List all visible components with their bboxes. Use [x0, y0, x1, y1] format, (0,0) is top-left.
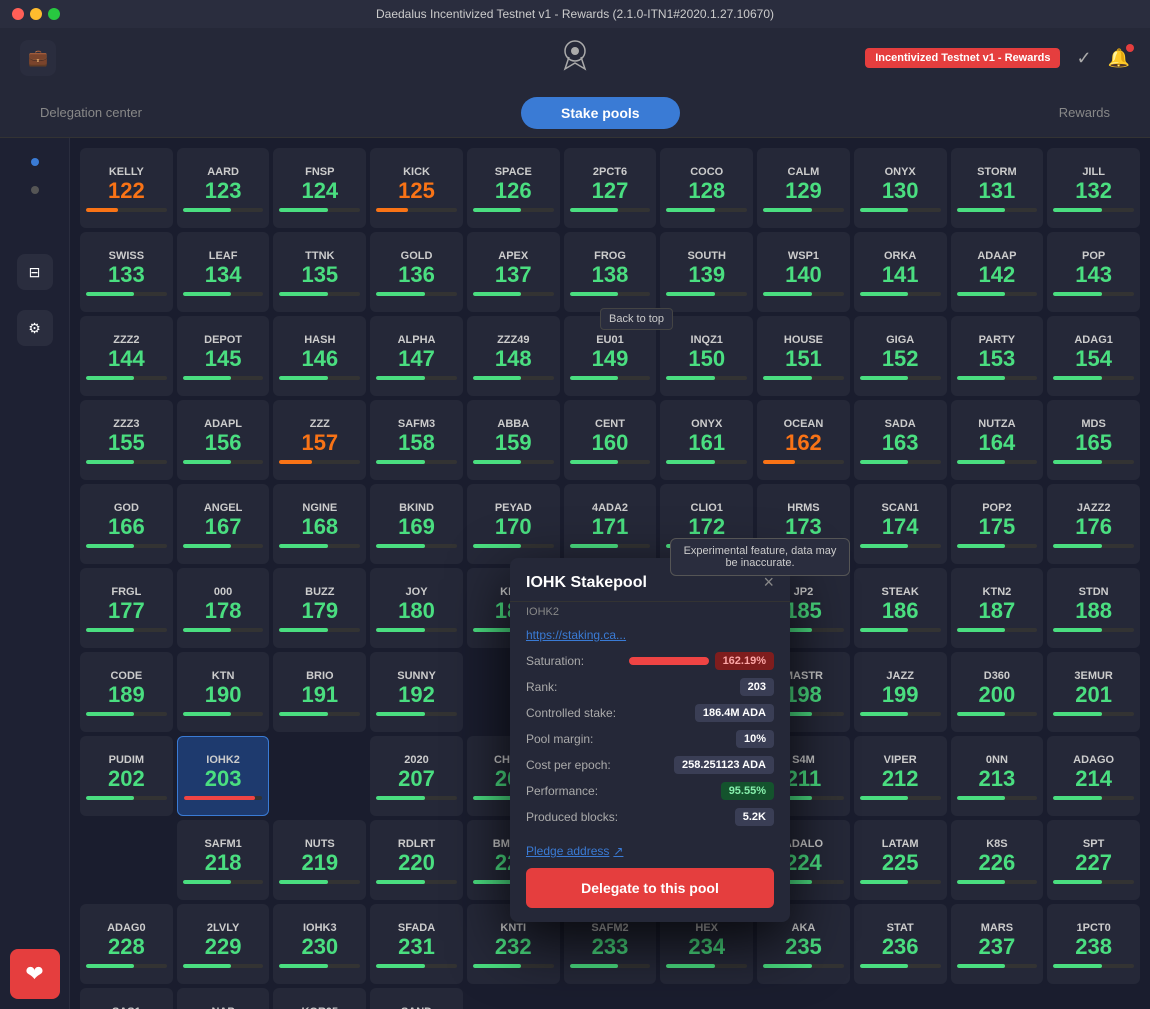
topbar-left: 💼 [20, 40, 56, 76]
performance-row: Performance: 95.55% [526, 782, 774, 800]
delegate-button[interactable]: Delegate to this pool [526, 868, 774, 908]
sidebar-dot-2 [31, 186, 39, 194]
pool-detail-modal: IOHK Stakepool × IOHK2 https://staking.c… [510, 558, 790, 922]
rank-row: Rank: 203 [526, 678, 774, 696]
performance-label: Performance: [526, 784, 598, 798]
traffic-lights [12, 8, 60, 20]
layout: ⊟ ⚙ ❤ Back to top KELLY 122 AARD 123 FNS… [0, 138, 1150, 1009]
controlled-stake-row: Controlled stake: 186.4M ADA [526, 704, 774, 722]
produced-blocks-value: 5.2K [735, 808, 774, 826]
pool-margin-row: Pool margin: 10% [526, 730, 774, 748]
saturation-label: Saturation: [526, 654, 584, 668]
rank-value: 203 [740, 678, 774, 696]
pool-margin-label: Pool margin: [526, 732, 593, 746]
modal-title: IOHK Stakepool [526, 574, 647, 592]
saturation-row: Saturation: 162.19% [526, 652, 774, 670]
modal-subtitle: IOHK2 [510, 602, 790, 618]
performance-value: 95.55% [721, 782, 774, 800]
topbar: 💼 Incentivized Testnet v1 - Rewards ✓ 🔔 [0, 28, 1150, 88]
wallet-icon[interactable]: 💼 [20, 40, 56, 76]
cost-epoch-row: Cost per epoch: 258.251123 ADA [526, 756, 774, 774]
notification-icon[interactable]: 🔔 [1108, 48, 1130, 69]
sidebar-dot-1 [31, 158, 39, 166]
pool-margin-value: 10% [736, 730, 774, 748]
main-content[interactable]: Back to top KELLY 122 AARD 123 FNSP 124 … [70, 138, 1150, 1009]
wallet-button[interactable]: ❤ [10, 949, 60, 999]
nav-center: Stake pools [162, 97, 1039, 129]
sidebar: ⊟ ⚙ ❤ [0, 138, 70, 1009]
nav-delegation-center[interactable]: Delegation center [20, 97, 162, 128]
minimize-button[interactable] [30, 8, 42, 20]
modal-overlay[interactable]: Experimental feature, data may be inaccu… [70, 138, 1150, 1009]
produced-blocks-label: Produced blocks: [526, 810, 618, 824]
nav-rewards[interactable]: Rewards [1039, 97, 1130, 128]
modal-footer: Pledge address ↗ Delegate to this pool [510, 834, 790, 922]
close-button[interactable] [12, 8, 24, 20]
sidebar-settings-icon[interactable]: ⚙ [17, 310, 53, 346]
window-title: Daedalus Incentivized Testnet v1 - Rewar… [376, 7, 774, 21]
controlled-stake-value: 186.4M ADA [695, 704, 774, 722]
produced-blocks-row: Produced blocks: 5.2K [526, 808, 774, 826]
topbar-right: Incentivized Testnet v1 - Rewards ✓ 🔔 [865, 48, 1130, 69]
pledge-address-link[interactable]: Pledge address ↗ [526, 844, 774, 858]
sidebar-toggle-icon[interactable]: ⊟ [17, 254, 53, 290]
nav-stake-pools[interactable]: Stake pools [521, 97, 680, 129]
titlebar: Daedalus Incentivized Testnet v1 - Rewar… [0, 0, 1150, 28]
saturation-value: 162.19% [715, 652, 774, 670]
maximize-button[interactable] [48, 8, 60, 20]
nav-row: Delegation center Stake pools Rewards [0, 88, 1150, 138]
modal-link[interactable]: https://staking.ca... [526, 628, 774, 642]
controlled-stake-label: Controlled stake: [526, 706, 616, 720]
itn-badge: Incentivized Testnet v1 - Rewards [865, 48, 1060, 68]
cost-epoch-value: 258.251123 ADA [674, 756, 774, 774]
sync-icon[interactable]: ✓ [1076, 48, 1091, 69]
tooltip-bubble: Experimental feature, data may be inaccu… [670, 538, 850, 576]
modal-body: https://staking.ca... Saturation: 162.19… [510, 618, 790, 826]
app-logo [555, 35, 595, 82]
rank-label: Rank: [526, 680, 557, 694]
cost-epoch-label: Cost per epoch: [526, 758, 611, 772]
